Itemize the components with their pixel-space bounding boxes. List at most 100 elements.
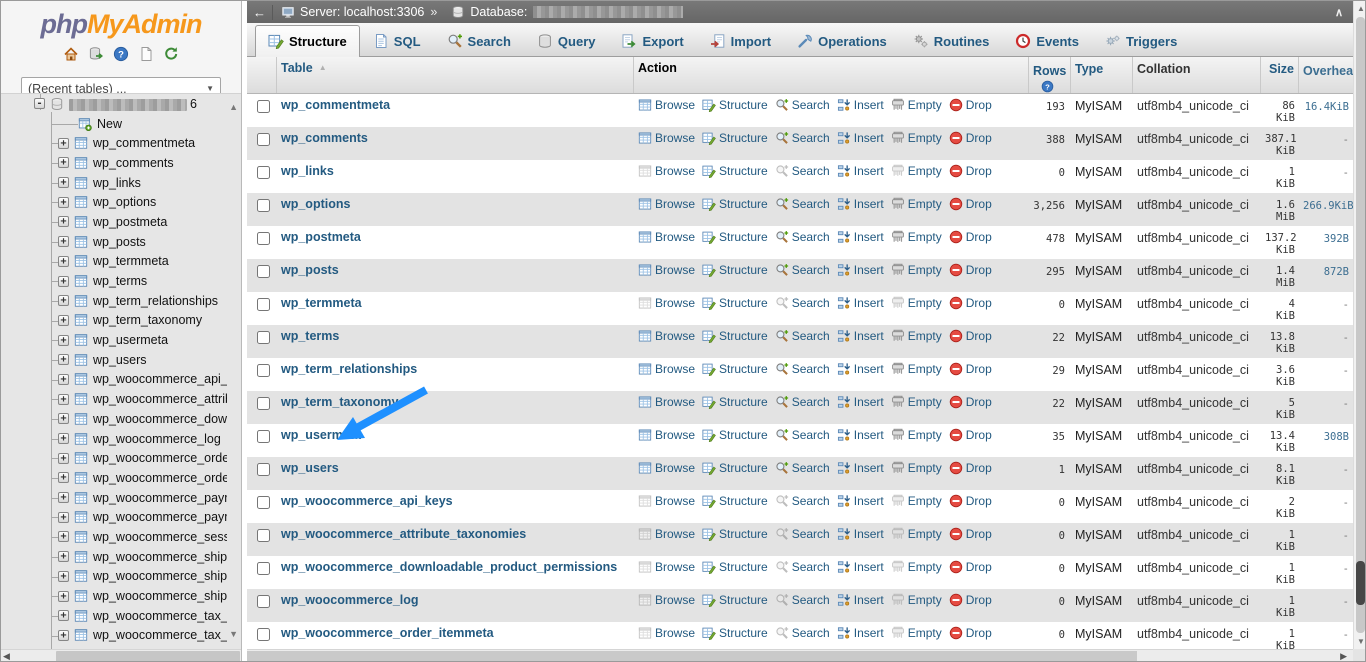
tree-item-wp_woocommerce_shipping_zone_locations[interactable]: + wp_woocommerce_shipping_zone_locations (1, 547, 227, 567)
action-drop[interactable]: Drop (949, 329, 992, 343)
doc-icon[interactable] (138, 46, 154, 67)
expand-icon[interactable]: + (58, 373, 69, 385)
table-collation[interactable]: utf8mb4_unicode_ci (1133, 523, 1261, 556)
action-empty[interactable]: Empty (891, 560, 942, 574)
action-insert[interactable]: Insert (837, 395, 884, 409)
tree-item-wp_posts[interactable]: + wp_posts (1, 232, 227, 252)
header-rows[interactable]: Rows? (1029, 57, 1071, 93)
action-drop[interactable]: Drop (949, 362, 992, 376)
action-structure[interactable]: Structure (702, 362, 768, 376)
table-name-link[interactable]: wp_terms (281, 329, 339, 343)
action-search[interactable]: Search (775, 593, 830, 607)
action-empty[interactable]: Empty (891, 494, 942, 508)
action-insert[interactable]: Insert (837, 593, 884, 607)
tab-operations[interactable]: Operations (784, 25, 900, 56)
tree-item-wp_postmeta[interactable]: + wp_postmeta (1, 212, 227, 232)
tree-item-wp_woocommerce_sessions[interactable]: + wp_woocommerce_sessions (1, 527, 227, 547)
action-empty[interactable]: Empty (891, 230, 942, 244)
scroll-to-top-icon[interactable]: ∧ (1335, 6, 1343, 19)
tree-item-wp_woocommerce_api_keys[interactable]: + wp_woocommerce_api_keys (1, 370, 227, 390)
action-empty[interactable]: Empty (891, 296, 942, 310)
tree-item-wp_links[interactable]: + wp_links (1, 173, 227, 193)
table-name-link[interactable]: wp_options (281, 197, 350, 211)
action-browse[interactable]: Browse (638, 263, 695, 277)
row-checkbox[interactable] (257, 298, 270, 311)
header-type[interactable]: Type (1071, 57, 1133, 93)
action-insert[interactable]: Insert (837, 329, 884, 343)
action-browse[interactable]: Browse (638, 494, 695, 508)
help-icon[interactable]: ? (1041, 80, 1054, 93)
action-browse[interactable]: Browse (638, 296, 695, 310)
header-overhead[interactable]: Overhead (1299, 57, 1353, 93)
table-name-link[interactable]: wp_term_taxonomy (281, 395, 398, 409)
tree-item-wp_woocommerce_tax_rate_locations[interactable]: + wp_woocommerce_tax_rate_locations (1, 606, 227, 626)
back-arrow-icon[interactable]: ← (247, 4, 273, 20)
expand-icon[interactable]: + (58, 610, 69, 622)
row-checkbox[interactable] (257, 331, 270, 344)
row-checkbox[interactable] (257, 628, 270, 641)
action-search[interactable]: Search (775, 362, 830, 376)
action-insert[interactable]: Insert (837, 362, 884, 376)
action-browse[interactable]: Browse (638, 560, 695, 574)
breadcrumb-server[interactable]: Server: localhost:3306 (300, 5, 424, 19)
expand-icon[interactable]: + (58, 157, 69, 169)
action-structure[interactable]: Structure (702, 98, 768, 112)
tree-item-wp_term_relationships[interactable]: + wp_term_relationships (1, 291, 227, 311)
action-drop[interactable]: Drop (949, 197, 992, 211)
refresh-icon[interactable] (163, 46, 179, 67)
action-insert[interactable]: Insert (837, 230, 884, 244)
expand-icon[interactable]: + (58, 137, 69, 149)
tree-item-wp_woocommerce_log[interactable]: + wp_woocommerce_log (1, 429, 227, 449)
action-drop[interactable]: Drop (949, 494, 992, 508)
tree-item-wp_woocommerce_downloadable_product_permissions[interactable]: + wp_woocommerce_downloadable_product_per… (1, 409, 227, 429)
breadcrumb-database-label[interactable]: Database: (470, 5, 527, 19)
table-collation[interactable]: utf8mb4_unicode_ci (1133, 94, 1261, 127)
table-collation[interactable]: utf8mb4_unicode_ci (1133, 622, 1261, 649)
table-name-link[interactable]: wp_postmeta (281, 230, 361, 244)
action-insert[interactable]: Insert (837, 98, 884, 112)
action-drop[interactable]: Drop (949, 626, 992, 640)
tree-item-wp_options[interactable]: + wp_options (1, 192, 227, 212)
table-collation[interactable]: utf8mb4_unicode_ci (1133, 325, 1261, 358)
action-drop[interactable]: Drop (949, 428, 992, 442)
tab-export[interactable]: Export (608, 25, 696, 56)
action-structure[interactable]: Structure (702, 131, 768, 145)
table-name-link[interactable]: wp_commentmeta (281, 98, 390, 112)
row-checkbox[interactable] (257, 199, 270, 212)
action-empty[interactable]: Empty (891, 395, 942, 409)
table-name-link[interactable]: wp_links (281, 164, 334, 178)
action-structure[interactable]: Structure (702, 461, 768, 475)
row-checkbox[interactable] (257, 166, 270, 179)
action-browse[interactable]: Browse (638, 593, 695, 607)
scrollbar-track[interactable] (1356, 17, 1365, 633)
table-name-link[interactable]: wp_term_relationships (281, 362, 417, 376)
action-empty[interactable]: Empty (891, 461, 942, 475)
action-empty[interactable]: Empty (891, 362, 942, 376)
action-search[interactable]: Search (775, 626, 830, 640)
expand-icon[interactable]: + (58, 590, 69, 602)
action-structure[interactable]: Structure (702, 395, 768, 409)
action-insert[interactable]: Insert (837, 560, 884, 574)
tab-sql[interactable]: SQL (360, 25, 434, 56)
scrollbar-thumb[interactable] (1356, 561, 1365, 605)
expand-icon[interactable]: + (58, 433, 69, 445)
tree-item-wp_woocommerce_shipping_zones[interactable]: + wp_woocommerce_shipping_zones (1, 586, 227, 606)
tab-routines[interactable]: Routines (900, 25, 1003, 56)
table-name-link[interactable]: wp_woocommerce_attribute_taxonomies (281, 527, 526, 541)
header-collation[interactable]: Collation (1133, 57, 1261, 93)
action-empty[interactable]: Empty (891, 263, 942, 277)
action-insert[interactable]: Insert (837, 428, 884, 442)
expand-icon[interactable]: + (58, 492, 69, 504)
action-browse[interactable]: Browse (638, 164, 695, 178)
table-collation[interactable]: utf8mb4_unicode_ci (1133, 127, 1261, 160)
action-browse[interactable]: Browse (638, 98, 695, 112)
tree-item-wp_woocommerce_shipping_zone_methods[interactable]: + wp_woocommerce_shipping_zone_methods (1, 567, 227, 587)
action-structure[interactable]: Structure (702, 197, 768, 211)
row-checkbox[interactable] (257, 100, 270, 113)
action-browse[interactable]: Browse (638, 230, 695, 244)
action-empty[interactable]: Empty (891, 593, 942, 607)
action-structure[interactable]: Structure (702, 560, 768, 574)
action-structure[interactable]: Structure (702, 494, 768, 508)
action-insert[interactable]: Insert (837, 164, 884, 178)
expand-icon[interactable]: + (58, 216, 69, 228)
